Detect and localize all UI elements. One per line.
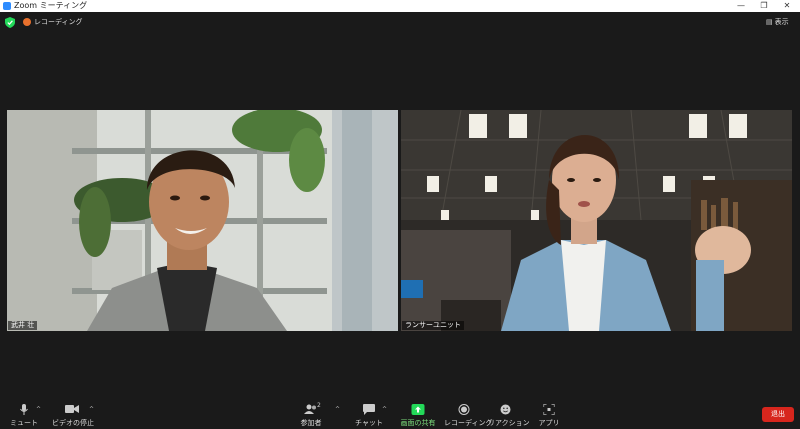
shield-icon[interactable] (5, 17, 15, 28)
minimize-button[interactable]: — (730, 0, 752, 12)
emoji-reaction-icon (500, 404, 511, 415)
video-options-chevron-icon[interactable]: ^ (89, 406, 94, 413)
participant-video-feed (7, 110, 398, 331)
grid-view-icon: ▤ (766, 18, 773, 26)
recording-status-label: レコーディング (34, 18, 83, 26)
window-title: Zoom ミーティング (14, 1, 88, 10)
participant-name-tag: 武井 壮 (8, 321, 38, 330)
participant-video-feed (401, 110, 792, 331)
chat-icon (363, 404, 375, 415)
audio-options-chevron-icon[interactable]: ^ (36, 406, 41, 413)
participant-name-tag: ランサーユニット (402, 321, 464, 330)
participants-count: 2 (317, 402, 321, 409)
participants-button[interactable]: 参加者 (296, 398, 326, 429)
recording-indicator-icon (23, 18, 31, 26)
close-button[interactable]: ✕ (776, 0, 798, 12)
stop-video-button[interactable]: ビデオの停止 (52, 398, 94, 429)
microphone-icon (20, 404, 28, 415)
mute-label: ミュート (10, 419, 38, 427)
maximize-button[interactable]: ❐ (753, 0, 775, 12)
view-button-label: 表示 (774, 18, 789, 26)
reactions-label: リアクション (488, 419, 530, 427)
apps-icon (543, 404, 555, 415)
participants-icon (304, 404, 316, 414)
record-label: レコーディング (444, 419, 493, 427)
apps-button[interactable]: アプリ (536, 398, 562, 429)
reactions-button[interactable]: リアクション (488, 398, 530, 429)
record-button[interactable]: レコーディング (444, 398, 493, 429)
participant-video-tile[interactable]: ランサーユニット (401, 110, 792, 331)
chat-button[interactable]: チャット (354, 398, 384, 429)
participants-label: 参加者 (300, 419, 322, 427)
view-button[interactable]: ▤ 表示 (766, 16, 789, 28)
participants-options-chevron-icon[interactable]: ^ (335, 406, 340, 413)
video-camera-icon (65, 405, 79, 413)
stop-video-label: ビデオの停止 (52, 419, 94, 427)
title-bar: Zoom ミーティング — ❐ ✕ (0, 0, 800, 12)
meeting-status-bar: レコーディング ▤ 表示 (0, 12, 800, 32)
share-screen-icon (411, 404, 425, 415)
apps-label: アプリ (538, 419, 560, 427)
mute-button[interactable]: ミュート (8, 398, 40, 429)
chat-label: チャット (355, 419, 383, 427)
share-screen-button[interactable]: 画面の共有 (400, 398, 436, 429)
meeting-controls-toolbar: ミュート ^ ビデオの停止 ^ 参加者 2 ^ チャット ^ 画面の共有 レコー… (0, 398, 800, 429)
leave-meeting-button[interactable]: 退出 (762, 407, 794, 422)
participant-video-tile[interactable]: 武井 壮 (7, 110, 398, 331)
chat-options-chevron-icon[interactable]: ^ (382, 406, 387, 413)
share-screen-label: 画面の共有 (400, 419, 436, 427)
record-icon (458, 404, 470, 415)
zoom-app-icon (3, 2, 11, 10)
